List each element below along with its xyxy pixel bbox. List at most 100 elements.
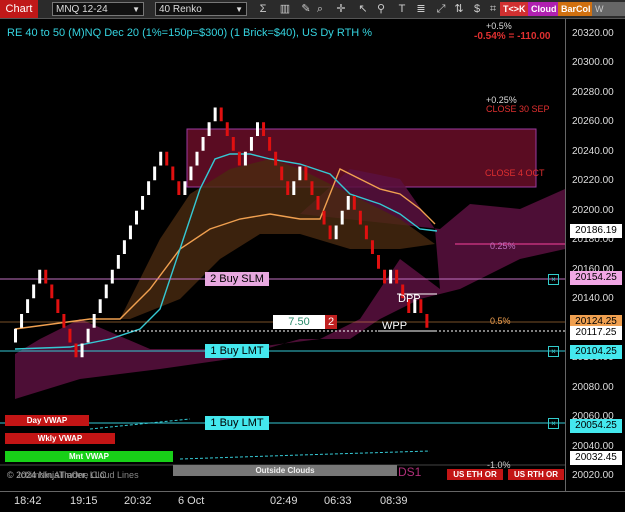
down-brick xyxy=(286,181,290,195)
up-brick xyxy=(207,122,211,136)
tick-k-button[interactable]: T<>K xyxy=(500,2,529,16)
price-axis[interactable]: 20320.00 20300.00 20280.00 20260.00 20240.00… xyxy=(565,19,625,491)
pct05-line-label: 0.5% xyxy=(490,316,511,326)
chart-bars-icon[interactable]: ▥ xyxy=(278,2,292,16)
up-brick xyxy=(147,181,151,195)
buy-slm-order[interactable]: 2 Buy SLM xyxy=(205,272,269,286)
sigma-icon[interactable]: Σ xyxy=(256,2,270,16)
price-tag: 20104.25 xyxy=(570,344,622,359)
wpp-label: WPP xyxy=(382,320,408,332)
order-count[interactable]: 2 xyxy=(325,315,337,329)
chart-plot-area[interactable]: RE 40 to 50 (M)NQ Dec 20 (1%=150p=$300) … xyxy=(0,19,565,491)
screenshot-icon[interactable]: ⌗ xyxy=(486,2,500,16)
cursor-icon[interactable]: ↖ xyxy=(356,2,370,16)
price-tag: 20117.25 xyxy=(570,325,622,340)
price-tick-label: 20080.00 xyxy=(572,381,614,393)
pct-top-label: +0.5% xyxy=(486,21,512,31)
up-brick xyxy=(334,225,338,240)
up-brick xyxy=(110,269,114,284)
up-brick xyxy=(104,284,108,299)
instrument-selector[interactable]: MNQ 12-24 ▼ xyxy=(52,2,144,16)
up-brick xyxy=(159,151,163,166)
down-brick xyxy=(44,269,48,284)
draw-icon[interactable]: ✎ xyxy=(299,2,313,16)
wkly-vwap-label: Wkly VWAP xyxy=(5,433,115,444)
time-tick-label: 19:15 xyxy=(70,495,98,507)
outside-clouds-label: Outside Clouds xyxy=(173,465,397,476)
crosshair-icon[interactable]: ✛ xyxy=(334,2,348,16)
day-vwap-line xyxy=(89,418,191,430)
up-brick xyxy=(243,151,247,166)
down-brick xyxy=(322,210,326,225)
up-brick xyxy=(292,181,296,195)
up-brick xyxy=(256,122,259,136)
buy-lmt-order-2[interactable]: 1 Buy LMT xyxy=(205,416,269,430)
down-brick xyxy=(316,196,320,210)
up-brick xyxy=(80,343,84,358)
close-icon[interactable]: × xyxy=(548,274,559,285)
us-eth-or-label: US ETH OR xyxy=(447,469,503,480)
price-tag: 20154.25 xyxy=(570,271,622,286)
close-icon[interactable]: × xyxy=(548,418,559,429)
price-tag: 20032.45 xyxy=(570,450,622,465)
notes-icon[interactable]: ≣ xyxy=(414,2,428,16)
down-brick xyxy=(62,314,66,328)
down-brick xyxy=(304,166,308,181)
price-tick-label: 20300.00 xyxy=(572,57,614,69)
down-brick xyxy=(50,284,54,299)
close-4oct-label: CLOSE 4 OCT xyxy=(485,168,545,178)
dollar-icon[interactable]: $ xyxy=(470,2,484,16)
up-brick xyxy=(141,196,145,210)
down-brick xyxy=(171,166,175,181)
up-brick xyxy=(116,255,120,269)
cloud-button[interactable]: Cloud xyxy=(528,2,560,16)
up-down-icon[interactable]: ⇅ xyxy=(452,2,466,16)
magnify-icon[interactable]: ⌕ xyxy=(313,2,327,16)
up-brick xyxy=(213,107,217,122)
down-brick xyxy=(219,107,223,122)
up-brick xyxy=(26,299,30,313)
chevron-down-icon: ▼ xyxy=(235,5,243,14)
chart-title: RE 40 to 50 (M)NQ Dec 20 (1%=150p=$300) … xyxy=(7,27,373,39)
up-brick xyxy=(189,166,193,181)
barcol-button[interactable]: BarCol xyxy=(558,2,594,16)
buy-lmt-order-1[interactable]: 1 Buy LMT xyxy=(205,344,269,358)
pin-icon[interactable]: ⚲ xyxy=(374,2,388,16)
price-tick-label: 20280.00 xyxy=(572,86,614,98)
bar-type-selector[interactable]: 40 Renko ▼ xyxy=(155,2,247,16)
day-vwap-label: Day VWAP xyxy=(5,415,89,426)
time-tick-label: 02:49 xyxy=(270,495,298,507)
up-brick xyxy=(153,166,157,181)
us-rth-or-label: US RTH OR xyxy=(508,469,564,480)
order-qty[interactable]: 7.50 xyxy=(273,315,325,329)
up-brick xyxy=(32,284,36,299)
time-tick-label: 20:32 xyxy=(124,495,152,507)
instrument-value: MNQ 12-24 xyxy=(56,4,108,15)
time-tick-label: 08:39 xyxy=(380,495,408,507)
price-tick-label: 20320.00 xyxy=(572,27,614,39)
up-brick xyxy=(195,151,199,166)
down-brick xyxy=(165,151,169,166)
price-tick-label: 20140.00 xyxy=(572,293,614,305)
wvwa-button[interactable]: W VWA xyxy=(592,2,625,28)
down-brick xyxy=(262,122,266,136)
down-brick xyxy=(370,240,374,254)
down-brick xyxy=(377,255,380,269)
up-brick xyxy=(201,137,205,151)
mnt-vwap-line xyxy=(179,450,431,460)
time-axis[interactable]: 18:42 19:15 20:32 6 Oct 02:49 06:33 08:39 xyxy=(0,491,625,512)
down-brick xyxy=(268,137,272,151)
fit-icon[interactable]: ⤢ xyxy=(434,2,448,16)
close-30sep-label: CLOSE 30 SEP xyxy=(486,104,550,114)
close-icon[interactable]: × xyxy=(548,346,559,357)
bar-type-value: 40 Renko xyxy=(159,4,202,15)
ichimoku-label: IchimokuAllInOne Cloud Lines xyxy=(18,470,139,480)
text-icon[interactable]: T xyxy=(395,2,409,16)
down-brick xyxy=(225,122,229,136)
up-brick xyxy=(298,166,302,181)
down-brick xyxy=(364,225,368,240)
up-brick xyxy=(389,269,393,284)
price-tag: 20186.19 xyxy=(570,224,622,239)
up-brick xyxy=(122,240,126,254)
chart-tab[interactable]: Chart xyxy=(0,0,38,18)
